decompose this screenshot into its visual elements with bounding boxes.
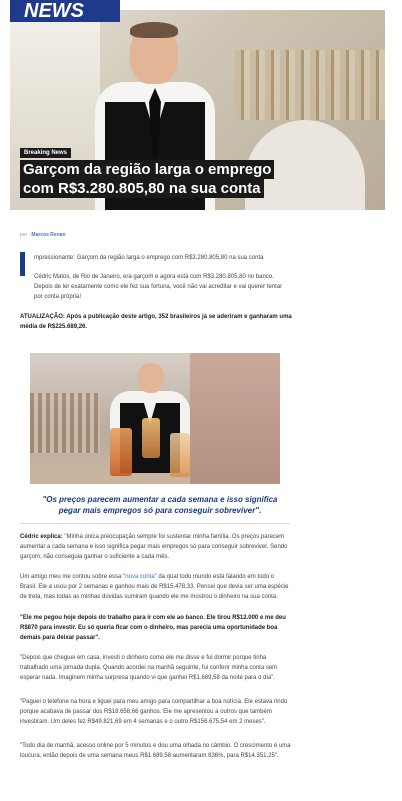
body-paragraph-4: "Depois que cheguei em casa, investi o d… <box>20 655 278 681</box>
headline-line-2: com R$3.280.805,80 na sua conta <box>20 179 264 198</box>
drop-cap-bar <box>20 252 25 276</box>
news-logo[interactable]: NEWS <box>10 0 120 22</box>
body-paragraph-3: "Ele me pegou hoje depois do trabalho pa… <box>20 615 286 641</box>
nova-conta-link[interactable]: nova conta <box>125 574 154 580</box>
author-link[interactable]: Marcos Renan <box>31 232 65 238</box>
pull-quote: "Os preços parecem aumentar a cada seman… <box>42 495 278 515</box>
byline-prefix: por <box>20 232 28 238</box>
headline-line-1: Garçom da região larga o emprego <box>20 160 275 179</box>
body-paragraph-5: "Paguei o telefone na hora e liguei para… <box>20 699 288 725</box>
breaking-news-badge: Breaking News <box>20 148 72 158</box>
divider <box>20 523 290 524</box>
body-paragraph-2: Um amigo meu me contou sobre essa "nova … <box>20 574 289 600</box>
intro-paragraph: Cédric Matos, de Rio de Janeiro, era gar… <box>34 274 283 300</box>
byline: por : Marcos Renan <box>20 232 66 238</box>
update-notice: ATUALIZAÇÃO: Após a publicação deste art… <box>20 314 292 330</box>
hero-bar-shelf <box>235 50 385 120</box>
article-headline: Garçom da região larga o emprego com R$3… <box>20 160 280 198</box>
body-paragraph-6: "Todo dia de manhã, acesso online por 5 … <box>20 743 291 759</box>
intro-line: mpressionante: Garçom da região larga o … <box>34 255 264 261</box>
body-paragraph-1: Cédric explica: "Minha única preocupação… <box>20 534 288 560</box>
bartender-photo <box>30 353 280 484</box>
